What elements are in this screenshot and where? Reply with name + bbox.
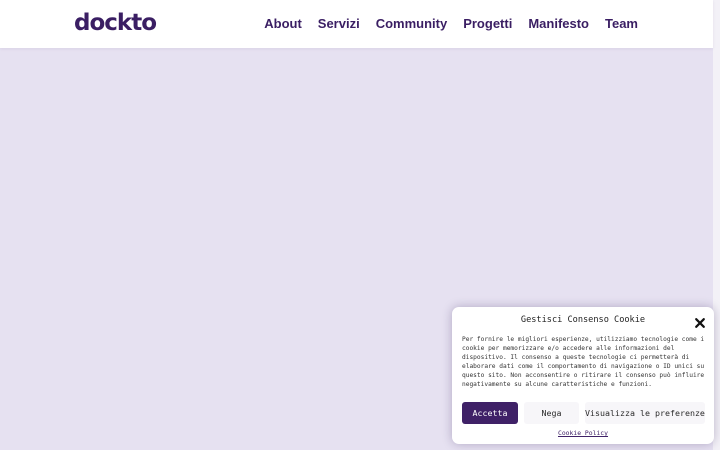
nav-item-about[interactable]: About (264, 14, 302, 34)
cookie-consent-panel: Gestisci Consenso Cookie Per fornire le … (452, 307, 714, 444)
main-nav: About Servizi Community Progetti Manifes… (264, 14, 638, 34)
nav-item-servizi[interactable]: Servizi (318, 14, 360, 34)
nav-item-community[interactable]: Community (376, 14, 448, 34)
nav-item-progetti[interactable]: Progetti (463, 14, 512, 34)
nav-item-manifesto[interactable]: Manifesto (528, 14, 589, 34)
nav-item-team[interactable]: Team (605, 14, 638, 34)
view-preferences-button[interactable]: Visualizza le preferenze (585, 402, 705, 424)
cookie-consent-title: Gestisci Consenso Cookie (520, 315, 646, 325)
close-icon[interactable] (694, 314, 706, 328)
cookie-consent-message: Per fornire le migliori esperienze, util… (462, 336, 705, 388)
page-scrollbar[interactable] (713, 0, 720, 450)
deny-button[interactable]: Nega (524, 402, 579, 424)
cookie-policy-link[interactable]: Cookie Policy (452, 429, 714, 438)
site-header: dockto About Servizi Community Progetti … (0, 0, 713, 48)
accept-button[interactable]: Accetta (462, 402, 518, 424)
dockto-logo[interactable]: dockto (74, 8, 157, 38)
